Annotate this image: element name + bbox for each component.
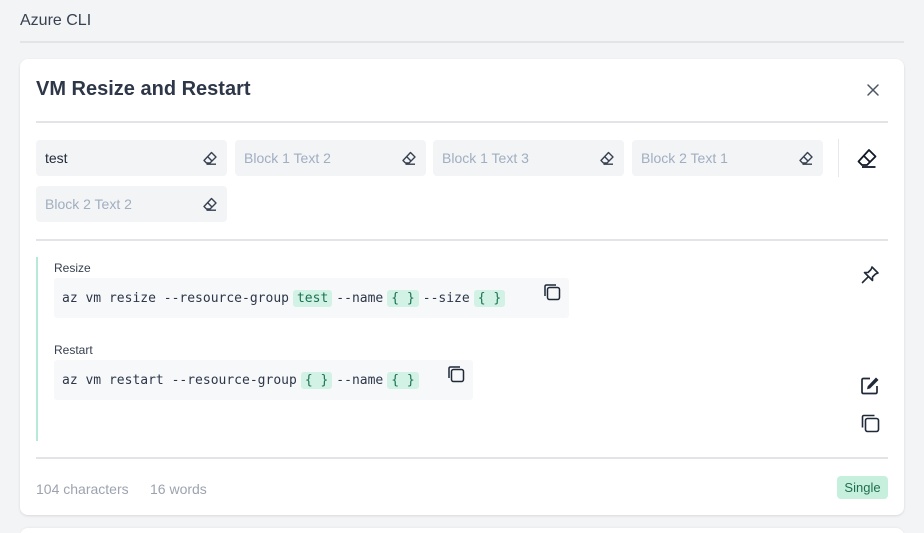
next-card-edge	[20, 528, 904, 533]
copy-resize-button[interactable]	[542, 282, 562, 302]
close-button[interactable]	[862, 79, 884, 101]
eraser-icon	[600, 151, 614, 165]
input-block1-text3	[433, 140, 624, 176]
footer-divider	[36, 457, 888, 459]
section-title: Azure CLI	[20, 12, 92, 29]
character-count: 104 characters	[36, 481, 129, 497]
copy-all-button[interactable]	[859, 412, 881, 434]
eraser-icon	[203, 197, 217, 211]
input-block1-text2	[235, 140, 426, 176]
code-text: --size	[422, 290, 470, 306]
input-block2-text2	[36, 186, 227, 222]
eraser-icon	[402, 151, 416, 165]
mode-badge[interactable]: Single	[837, 476, 888, 499]
clear-block1-text2-button[interactable]	[401, 150, 417, 166]
code-text: --name	[336, 372, 384, 388]
block1-text3-input[interactable]	[433, 140, 624, 176]
eraser-icon	[857, 149, 877, 168]
close-icon	[867, 84, 879, 96]
block-label-restart: Restart	[54, 343, 93, 357]
section-header: Azure CLI	[20, 0, 904, 43]
code-token[interactable]: { }	[387, 371, 419, 389]
code-text: az vm resize --resource-group	[62, 290, 289, 306]
clear-block2-text1-button[interactable]	[798, 150, 814, 166]
pin-button[interactable]	[859, 264, 881, 286]
code-block-restart: az vm restart --resource-group{ } --name{…	[54, 360, 473, 400]
code-token[interactable]: { }	[300, 371, 333, 389]
clear-all-button[interactable]	[856, 147, 878, 169]
block1-text2-input[interactable]	[235, 140, 426, 176]
copy-icon	[544, 284, 561, 301]
header-divider	[36, 121, 888, 123]
edit-icon	[861, 377, 879, 395]
card-title: VM Resize and Restart	[36, 78, 251, 100]
block2-text2-input[interactable]	[36, 186, 227, 222]
word-count: 16 words	[150, 481, 207, 497]
eraser-icon	[799, 151, 813, 165]
copy-icon	[448, 366, 465, 383]
code-block-resize: az vm resize --resource-group test --name{…	[54, 278, 569, 318]
input-block1-text1	[36, 140, 227, 176]
code-token[interactable]: { }	[473, 289, 506, 307]
pin-icon	[861, 266, 879, 284]
copy-restart-button[interactable]	[446, 364, 466, 384]
block1-text1-input[interactable]	[36, 140, 227, 176]
inputs-separator	[838, 139, 839, 177]
inputs-divider	[36, 239, 888, 241]
block-label-resize: Resize	[54, 261, 91, 275]
blocks-accent-bar	[36, 257, 38, 441]
clear-block2-text2-button[interactable]	[202, 196, 218, 212]
code-text: --name	[336, 290, 384, 306]
input-block2-text1	[632, 140, 823, 176]
code-token[interactable]: { }	[387, 289, 419, 307]
clear-block1-text1-button[interactable]	[202, 150, 218, 166]
code-token[interactable]: test	[292, 289, 333, 307]
copy-icon	[861, 414, 880, 433]
block2-text1-input[interactable]	[632, 140, 823, 176]
snippet-card: VM Resize and Restart test Block 1 Text …	[20, 59, 904, 515]
code-text: az vm restart --resource-group	[62, 372, 297, 388]
eraser-icon	[203, 151, 217, 165]
edit-button[interactable]	[859, 375, 881, 397]
clear-block1-text3-button[interactable]	[599, 150, 615, 166]
